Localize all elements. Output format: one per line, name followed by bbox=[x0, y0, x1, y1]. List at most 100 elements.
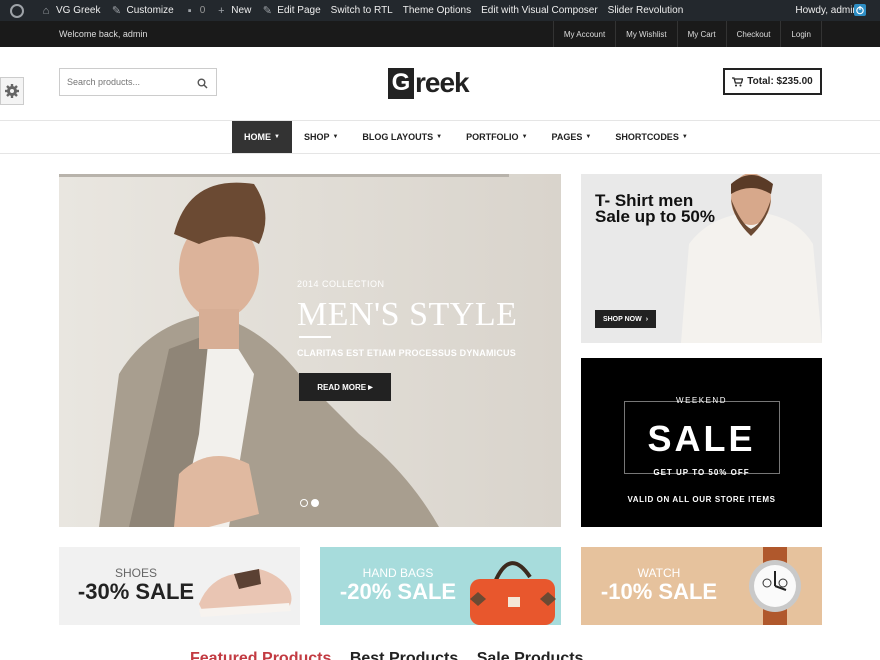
handbag-image bbox=[470, 561, 556, 625]
gear-icon bbox=[5, 84, 19, 98]
visual-composer-label: Edit with Visual Composer bbox=[481, 5, 598, 16]
tab-sale-products[interactable]: Sale Products bbox=[477, 650, 584, 660]
new-content-menu[interactable]: + New bbox=[210, 0, 256, 21]
caret-down-icon: ▼ bbox=[274, 134, 280, 140]
category-name: HAND BAGS bbox=[362, 566, 434, 580]
power-icon bbox=[856, 6, 864, 15]
site-name-label: VG Greek bbox=[56, 5, 101, 16]
wp-logo-menu[interactable] bbox=[0, 0, 35, 21]
caret-down-icon: ▼ bbox=[332, 134, 339, 140]
caret-down-icon: ▼ bbox=[436, 134, 443, 140]
product-search bbox=[59, 68, 217, 96]
tab-best-products[interactable]: Best Products bbox=[350, 650, 458, 660]
my-account-menu[interactable]: Howdy, admin bbox=[795, 0, 858, 21]
search-button[interactable] bbox=[197, 76, 208, 94]
switch-rtl-link[interactable]: Switch to RTL bbox=[326, 0, 398, 21]
nav-item-shop[interactable]: SHOP ▼ bbox=[292, 121, 350, 153]
theme-options-label: Theme Options bbox=[402, 5, 472, 16]
top-link-my-cart[interactable]: My Cart bbox=[676, 21, 726, 47]
top-link-my-account[interactable]: My Account bbox=[552, 21, 615, 47]
nav-item-home[interactable]: HOME ▼ bbox=[232, 121, 292, 153]
read-more-button[interactable]: READ MORE ▶ bbox=[299, 373, 391, 401]
nav-label: PORTFOLIO bbox=[466, 132, 519, 142]
category-sale: -20% SALE bbox=[339, 579, 457, 604]
nav-item-blog-layouts[interactable]: BLOG LAYOUTS ▼ bbox=[350, 121, 454, 153]
category-sale: -30% SALE bbox=[77, 579, 195, 604]
search-input[interactable] bbox=[60, 69, 190, 95]
slider-revolution-link[interactable]: Slider Revolution bbox=[603, 0, 689, 21]
category-name: SHOES bbox=[114, 566, 157, 580]
shop-now-label: SHOP NOW bbox=[602, 315, 642, 323]
cart-icon bbox=[732, 76, 744, 86]
sale-weekend-label: WEEKEND bbox=[676, 396, 727, 405]
brush-icon: ✎ bbox=[111, 4, 122, 17]
customize-link[interactable]: ✎ Customize bbox=[105, 0, 178, 21]
slider-dot-2[interactable] bbox=[311, 499, 319, 507]
nav-label: HOME bbox=[244, 132, 271, 142]
nav-item-shortcodes[interactable]: SHORTCODES ▼ bbox=[603, 121, 699, 153]
hero-slider[interactable]: 2014 COLLECTION MEN'S STYLE CLARITAS EST… bbox=[59, 174, 561, 527]
cart-button[interactable]: Total: $235.00 bbox=[723, 68, 822, 95]
weekend-sale-banner[interactable]: WEEKEND SALE GET UP TO 50% OFF VALID ON … bbox=[581, 358, 822, 527]
howdy-label: Howdy, admin bbox=[795, 5, 858, 16]
nav-item-pages[interactable]: PAGES ▼ bbox=[540, 121, 604, 153]
top-link-my-wishlist[interactable]: My Wishlist bbox=[615, 21, 676, 47]
main-nav: HOME ▼ SHOP ▼ BLOG LAYOUTS ▼ PORTFOLIO ▼ PAG… bbox=[0, 120, 880, 154]
avatar[interactable] bbox=[854, 4, 866, 16]
category-name: WATCH bbox=[637, 566, 681, 580]
settings-panel-toggle[interactable] bbox=[0, 77, 24, 105]
caret-down-icon: ▼ bbox=[681, 134, 688, 140]
nav-label: SHOP bbox=[303, 132, 330, 142]
top-link-login[interactable]: Login bbox=[780, 21, 822, 47]
top-strip: Welcome back, admin My Account My Wishli… bbox=[0, 21, 880, 47]
category-banner-handbags[interactable]: HAND BAGS -20% SALE bbox=[320, 547, 561, 625]
slider-dot-1[interactable] bbox=[300, 499, 308, 507]
home-icon: ⌂ bbox=[42, 4, 50, 17]
cart-total: Total: $235.00 bbox=[747, 76, 813, 87]
nav-label: SHORTCODES bbox=[615, 132, 679, 142]
hero-subtitle: CLARITAS EST ETIAM PROCESSUS DYNAMICUS bbox=[297, 348, 516, 358]
slider-progress bbox=[59, 174, 509, 177]
caret-right-icon: ▶ bbox=[368, 384, 373, 391]
caret-down-icon: ▼ bbox=[585, 134, 592, 140]
hero-headline: MEN'S STYLE bbox=[297, 296, 518, 333]
admin-bar: ⌂ VG Greek ✎ Customize ▪ 0 + New ✎ Edit … bbox=[0, 0, 880, 21]
slider-pagination bbox=[300, 499, 319, 507]
slider-revolution-label: Slider Revolution bbox=[607, 5, 684, 16]
top-link-checkout[interactable]: Checkout bbox=[725, 21, 781, 47]
tshirt-title: T- Shirt men Sale up to 50% bbox=[595, 191, 715, 226]
plus-icon: + bbox=[218, 4, 225, 17]
read-more-label: READ MORE bbox=[317, 382, 367, 392]
hero-collection: 2014 COLLECTION bbox=[297, 279, 385, 289]
comments-link[interactable]: ▪ 0 bbox=[179, 0, 211, 21]
site-logo[interactable]: G reek bbox=[388, 66, 470, 100]
product-tabs: Featured Products Best Products Sale Pro… bbox=[190, 650, 690, 660]
customize-label: Customize bbox=[126, 5, 174, 16]
nav-item-portfolio[interactable]: PORTFOLIO ▼ bbox=[454, 121, 539, 153]
chevron-right-icon: › bbox=[645, 315, 649, 323]
switch-rtl-label: Switch to RTL bbox=[330, 5, 393, 16]
edit-page-link[interactable]: ✎ Edit Page bbox=[256, 0, 325, 21]
theme-options-link[interactable]: Theme Options bbox=[398, 0, 476, 21]
tab-featured-products[interactable]: Featured Products bbox=[190, 650, 331, 660]
welcome-message: Welcome back, admin bbox=[59, 29, 148, 39]
new-label: New bbox=[231, 5, 252, 16]
comments-count: 0 bbox=[199, 5, 206, 16]
hero-divider bbox=[299, 336, 331, 338]
shop-now-button[interactable]: SHOP NOW › bbox=[595, 310, 656, 328]
wordpress-icon bbox=[10, 3, 24, 18]
site-name-menu[interactable]: ⌂ VG Greek bbox=[35, 0, 105, 21]
sale-headline: SALE bbox=[647, 418, 756, 459]
nav-label: PAGES bbox=[551, 132, 583, 142]
logo-mark: G bbox=[388, 67, 414, 99]
comment-icon: ▪ bbox=[187, 4, 192, 17]
category-banner-watch[interactable]: WATCH -10% SALE bbox=[581, 547, 822, 625]
watch-image bbox=[749, 547, 801, 625]
logo-text: reek bbox=[415, 67, 470, 98]
tshirt-promo-banner[interactable]: T- Shirt men Sale up to 50% SHOP NOW › bbox=[581, 174, 822, 343]
search-icon bbox=[197, 78, 208, 89]
nav-label: BLOG LAYOUTS bbox=[362, 132, 434, 142]
category-banner-shoes[interactable]: SHOES -30% SALE bbox=[59, 547, 300, 625]
pencil-icon: ✎ bbox=[262, 4, 272, 17]
visual-composer-link[interactable]: Edit with Visual Composer bbox=[476, 0, 603, 21]
